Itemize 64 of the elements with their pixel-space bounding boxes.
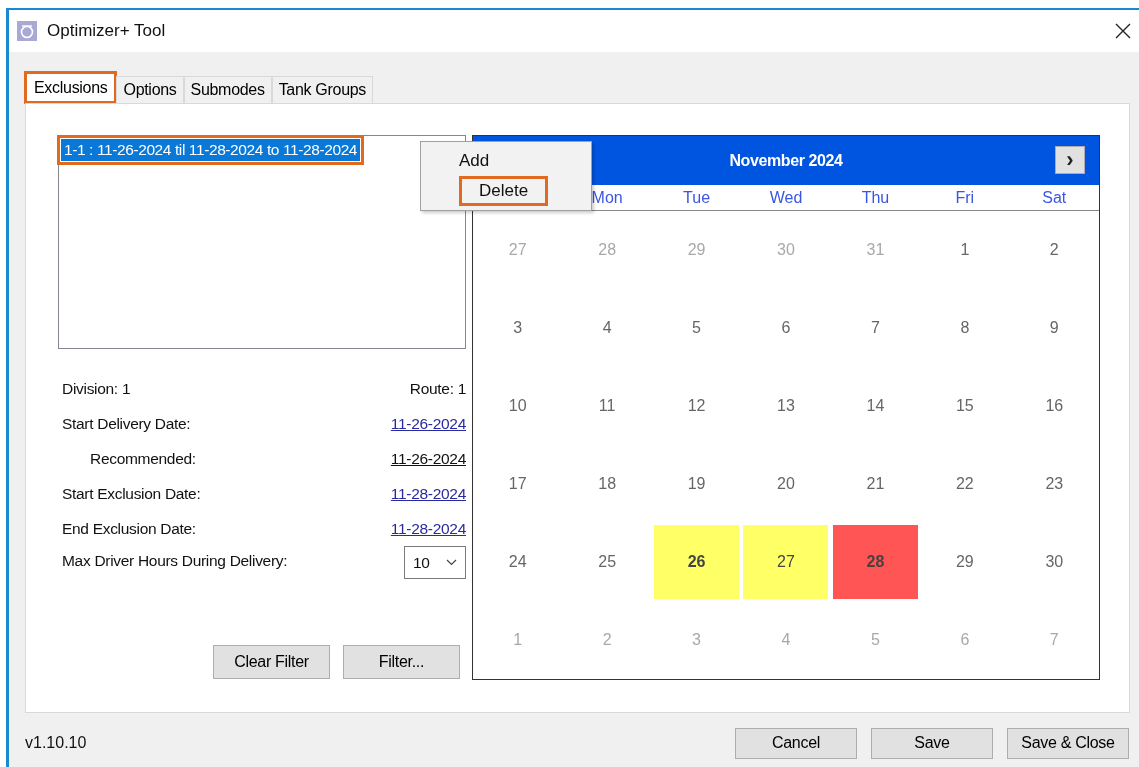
close-icon[interactable] — [1115, 23, 1131, 39]
footer-button[interactable]: Cancel — [735, 727, 857, 759]
calendar-day[interactable]: 8 — [960, 319, 970, 337]
tab[interactable]: Exclusions — [25, 72, 117, 103]
calendar-day[interactable]: 21 — [866, 475, 885, 493]
calendar-day[interactable]: 25 — [598, 553, 617, 571]
calendar-day[interactable]: 4 — [602, 319, 612, 337]
division-label: Division: 1 — [62, 379, 131, 398]
calendar-day[interactable]: 30 — [1045, 553, 1064, 571]
tab[interactable]: Tank Groups — [271, 76, 374, 103]
calendar-day[interactable]: 3 — [513, 319, 523, 337]
recommended-date-link[interactable]: 11-26-2024 — [390, 449, 466, 468]
month-title: November 2024 — [729, 151, 843, 170]
hours-dropdown[interactable]: 10 — [404, 546, 466, 579]
field-label: Max Driver Hours During Delivery: — [62, 552, 288, 570]
weekday-label: Thu — [860, 188, 891, 207]
calendar-day[interactable]: 7 — [870, 319, 880, 337]
highlighted-day[interactable]: 26 — [654, 525, 740, 599]
calendar-day[interactable]: 23 — [1045, 475, 1064, 493]
tab[interactable]: Options — [116, 76, 184, 103]
filter-button[interactable]: Filter... — [343, 645, 460, 679]
next-month-button[interactable]: › — [1055, 146, 1085, 174]
highlighted-day[interactable]: 28 — [832, 525, 918, 599]
calendar-day[interactable]: 24 — [508, 553, 527, 571]
calendar-day[interactable]: 11 — [598, 397, 616, 415]
app-icon — [17, 21, 37, 41]
version-label: v1.10.10 — [25, 734, 87, 752]
weekday-label: Wed — [768, 188, 804, 207]
calendar-day[interactable]: 16 — [1045, 397, 1064, 415]
calendar-day[interactable]: 29 — [955, 553, 974, 571]
chevron-down-icon — [446, 559, 457, 566]
footer-button[interactable]: Save & Close — [1007, 727, 1129, 759]
calendar-day[interactable]: 2 — [1049, 241, 1059, 259]
date-link[interactable]: 11-28-2024 — [390, 519, 466, 538]
footer-button[interactable]: Save — [871, 727, 993, 759]
weekday-label: Mon — [590, 188, 624, 207]
tab[interactable]: Submodes — [183, 76, 272, 103]
field-label: Start Delivery Date: — [62, 414, 191, 433]
calendar-day[interactable]: 10 — [508, 397, 527, 415]
calendar-day[interactable]: 6 — [781, 319, 791, 337]
date-link[interactable]: 11-26-2024 — [390, 414, 466, 433]
calendar-day[interactable]: 5 — [692, 319, 701, 337]
window-title: Optimizer+ Tool — [47, 21, 166, 41]
field-label: End Exclusion Date: — [62, 519, 196, 538]
calendar-day[interactable]: 12 — [687, 397, 706, 415]
calendar-day[interactable]: 9 — [1049, 319, 1059, 337]
field-label: Start Exclusion Date: — [62, 484, 201, 503]
filter-button[interactable]: Clear Filter — [213, 645, 330, 679]
calendar-day[interactable]: 1 — [960, 241, 970, 259]
weekday-label: Tue — [682, 188, 712, 207]
highlighted-day[interactable]: 27 — [743, 525, 829, 599]
calendar-day[interactable]: 22 — [955, 475, 974, 493]
calendar-day[interactable]: 20 — [777, 475, 795, 493]
date-link[interactable]: 11-28-2024 — [390, 484, 466, 503]
calendar-day[interactable]: 18 — [598, 475, 617, 493]
weekday-label: Sat — [1041, 188, 1068, 207]
weekday-label: Fri — [954, 188, 976, 207]
calendar-day[interactable]: 17 — [508, 475, 527, 493]
calendar-day[interactable]: 13 — [777, 397, 795, 415]
calendar-day[interactable]: 14 — [866, 397, 885, 415]
route-label: Route: 1 — [409, 379, 466, 398]
field-label: Recommended: — [89, 449, 196, 468]
calendar-day[interactable]: 19 — [687, 475, 706, 493]
calendar-day[interactable]: 15 — [955, 397, 974, 415]
